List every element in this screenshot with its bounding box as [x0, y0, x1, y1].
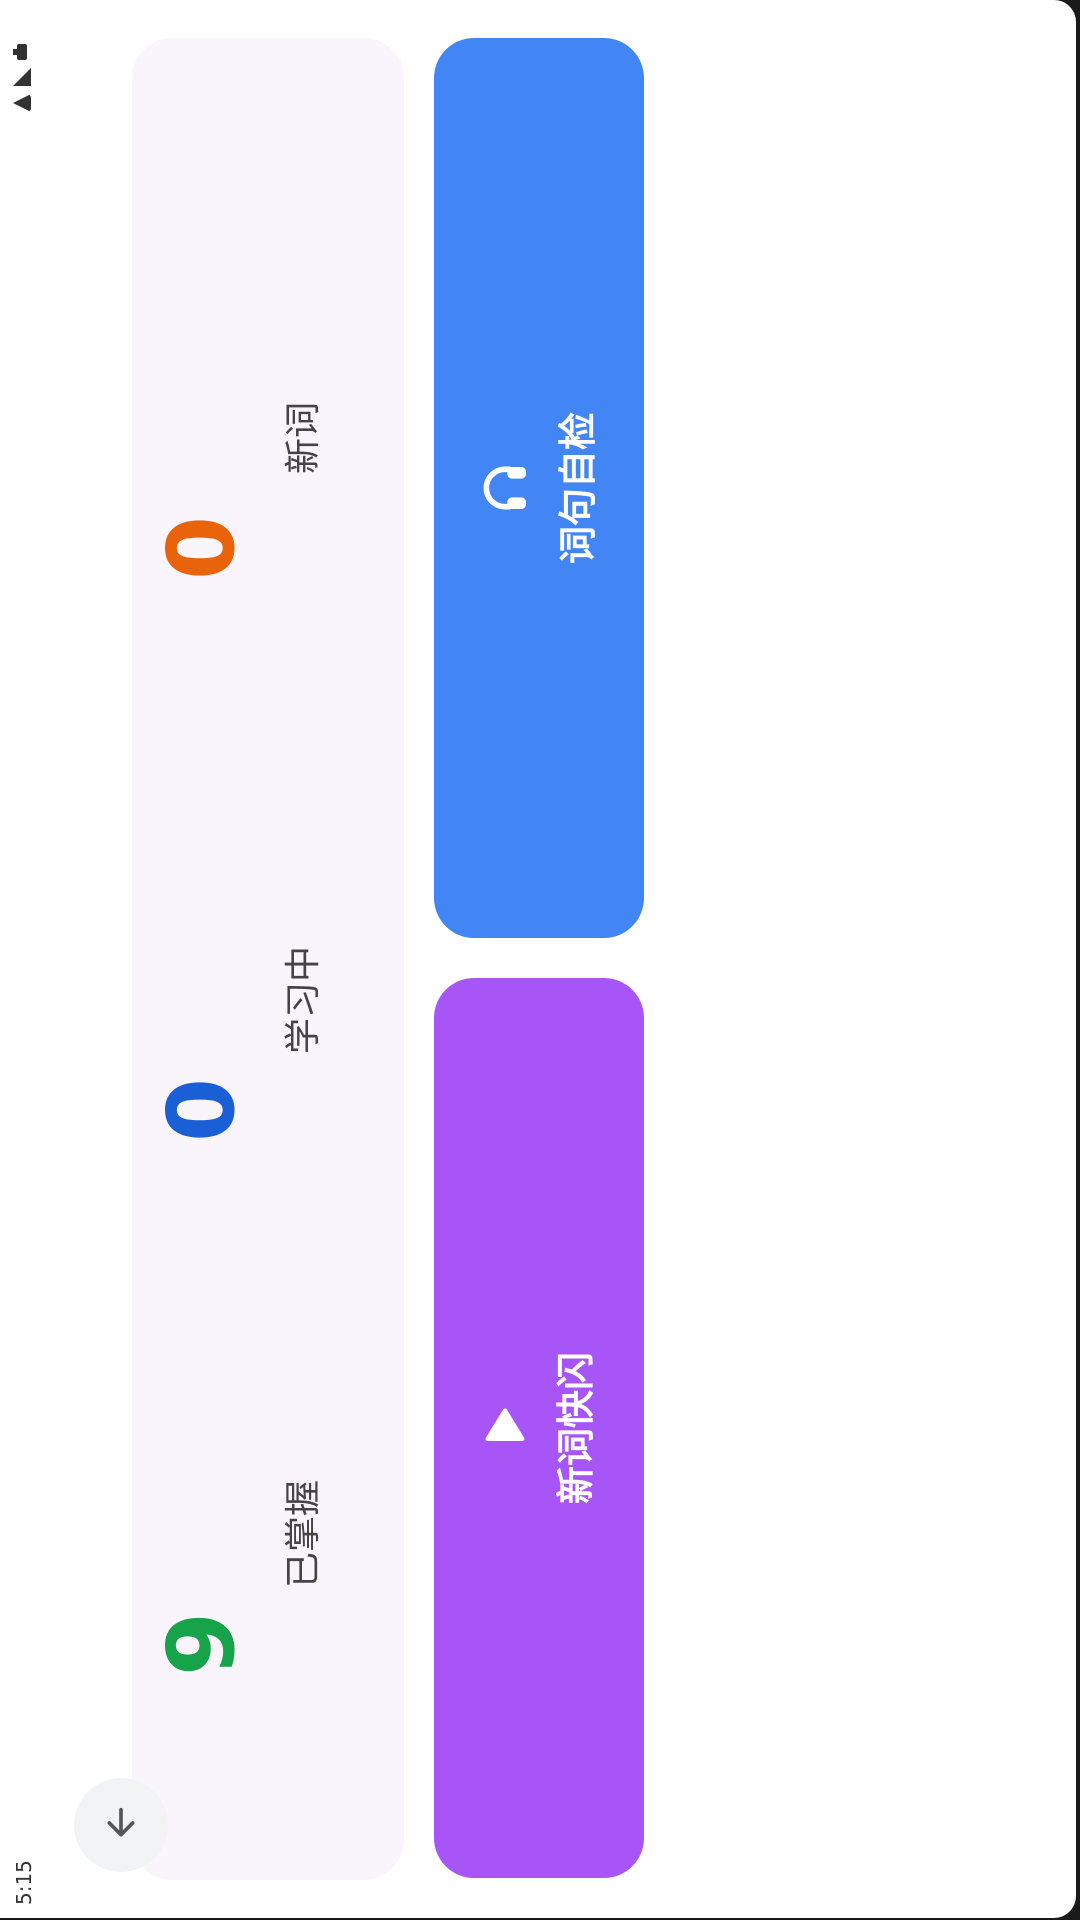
headphones-icon	[477, 460, 533, 516]
signal-icon	[13, 68, 31, 86]
status-icons	[8, 44, 36, 124]
flash-new-words-content: 新词快闪	[464, 1318, 614, 1538]
status-time: 5:15	[12, 1860, 36, 1905]
play-icon	[479, 1402, 531, 1454]
stat-new: 0 新词	[132, 328, 404, 580]
flash-new-words-label: 新词快闪	[553, 1352, 598, 1505]
self-check-button[interactable]: 词句自检	[434, 38, 644, 938]
stat-new-label: 新词	[283, 402, 324, 475]
arrow-down-icon	[101, 1803, 141, 1847]
flash-new-words-button[interactable]: 新词快闪	[434, 978, 644, 1878]
stat-learning-value: 0	[148, 1078, 255, 1143]
battery-icon	[13, 44, 27, 60]
scroll-down-button[interactable]	[74, 1778, 168, 1872]
app-screen: 5:15 0 新词 0 学习中 9 已掌握 词句自检 新词快闪	[0, 0, 1076, 1918]
stat-new-value: 0	[148, 516, 255, 581]
wifi-icon	[13, 94, 31, 112]
stat-mastered: 9 已掌握	[132, 1424, 404, 1676]
stat-learning-label: 学习中	[283, 946, 324, 1055]
stat-mastered-label: 已掌握	[283, 1480, 324, 1589]
stats-panel: 0 新词 0 学习中 9 已掌握	[132, 38, 404, 1880]
stat-learning: 0 学习中	[132, 890, 404, 1142]
stat-mastered-value: 9	[148, 1612, 255, 1677]
self-check-label: 词句自检	[555, 412, 600, 565]
self-check-content: 词句自检	[464, 378, 614, 598]
